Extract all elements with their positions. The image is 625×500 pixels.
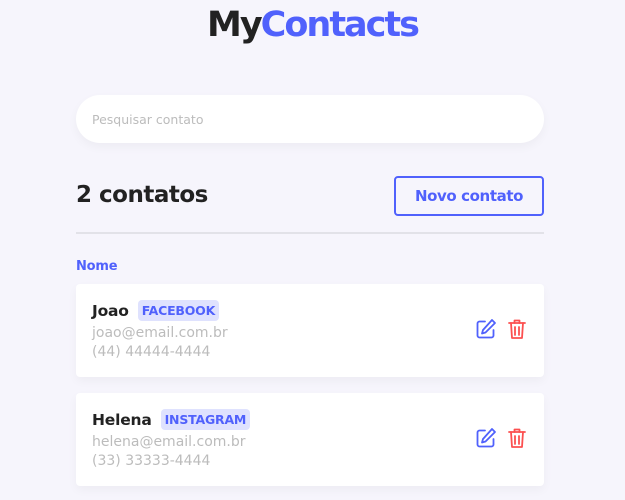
app-logo: MyContacts xyxy=(0,4,625,46)
contact-phone: (44) 44444-4444 xyxy=(92,344,211,360)
contact-card: Helena INSTAGRAM helena@email.com.br (33… xyxy=(76,393,544,486)
new-contact-button[interactable]: Novo contato xyxy=(394,176,544,216)
edit-icon[interactable] xyxy=(475,317,497,341)
logo-part-my: My xyxy=(207,5,263,45)
contact-category-badge: FACEBOOK xyxy=(137,300,220,321)
contact-card: Joao FACEBOOK joao@email.com.br (44) 444… xyxy=(76,284,544,377)
contact-name: Helena xyxy=(92,410,152,429)
edit-icon[interactable] xyxy=(475,426,497,450)
search-input[interactable] xyxy=(76,95,544,143)
contact-phone: (33) 33333-4444 xyxy=(92,453,211,469)
contact-email: helena@email.com.br xyxy=(92,434,246,450)
trash-icon[interactable] xyxy=(506,426,528,450)
logo-part-contacts: Contacts xyxy=(260,5,420,45)
contact-category-badge: INSTAGRAM xyxy=(160,409,251,430)
header-divider xyxy=(76,232,544,234)
trash-icon[interactable] xyxy=(506,317,528,341)
contact-name: Joao xyxy=(92,301,129,320)
contacts-count: 2 contatos xyxy=(76,182,208,208)
contact-email: joao@email.com.br xyxy=(92,325,228,341)
sort-by-name-button[interactable]: Nome xyxy=(76,259,118,274)
